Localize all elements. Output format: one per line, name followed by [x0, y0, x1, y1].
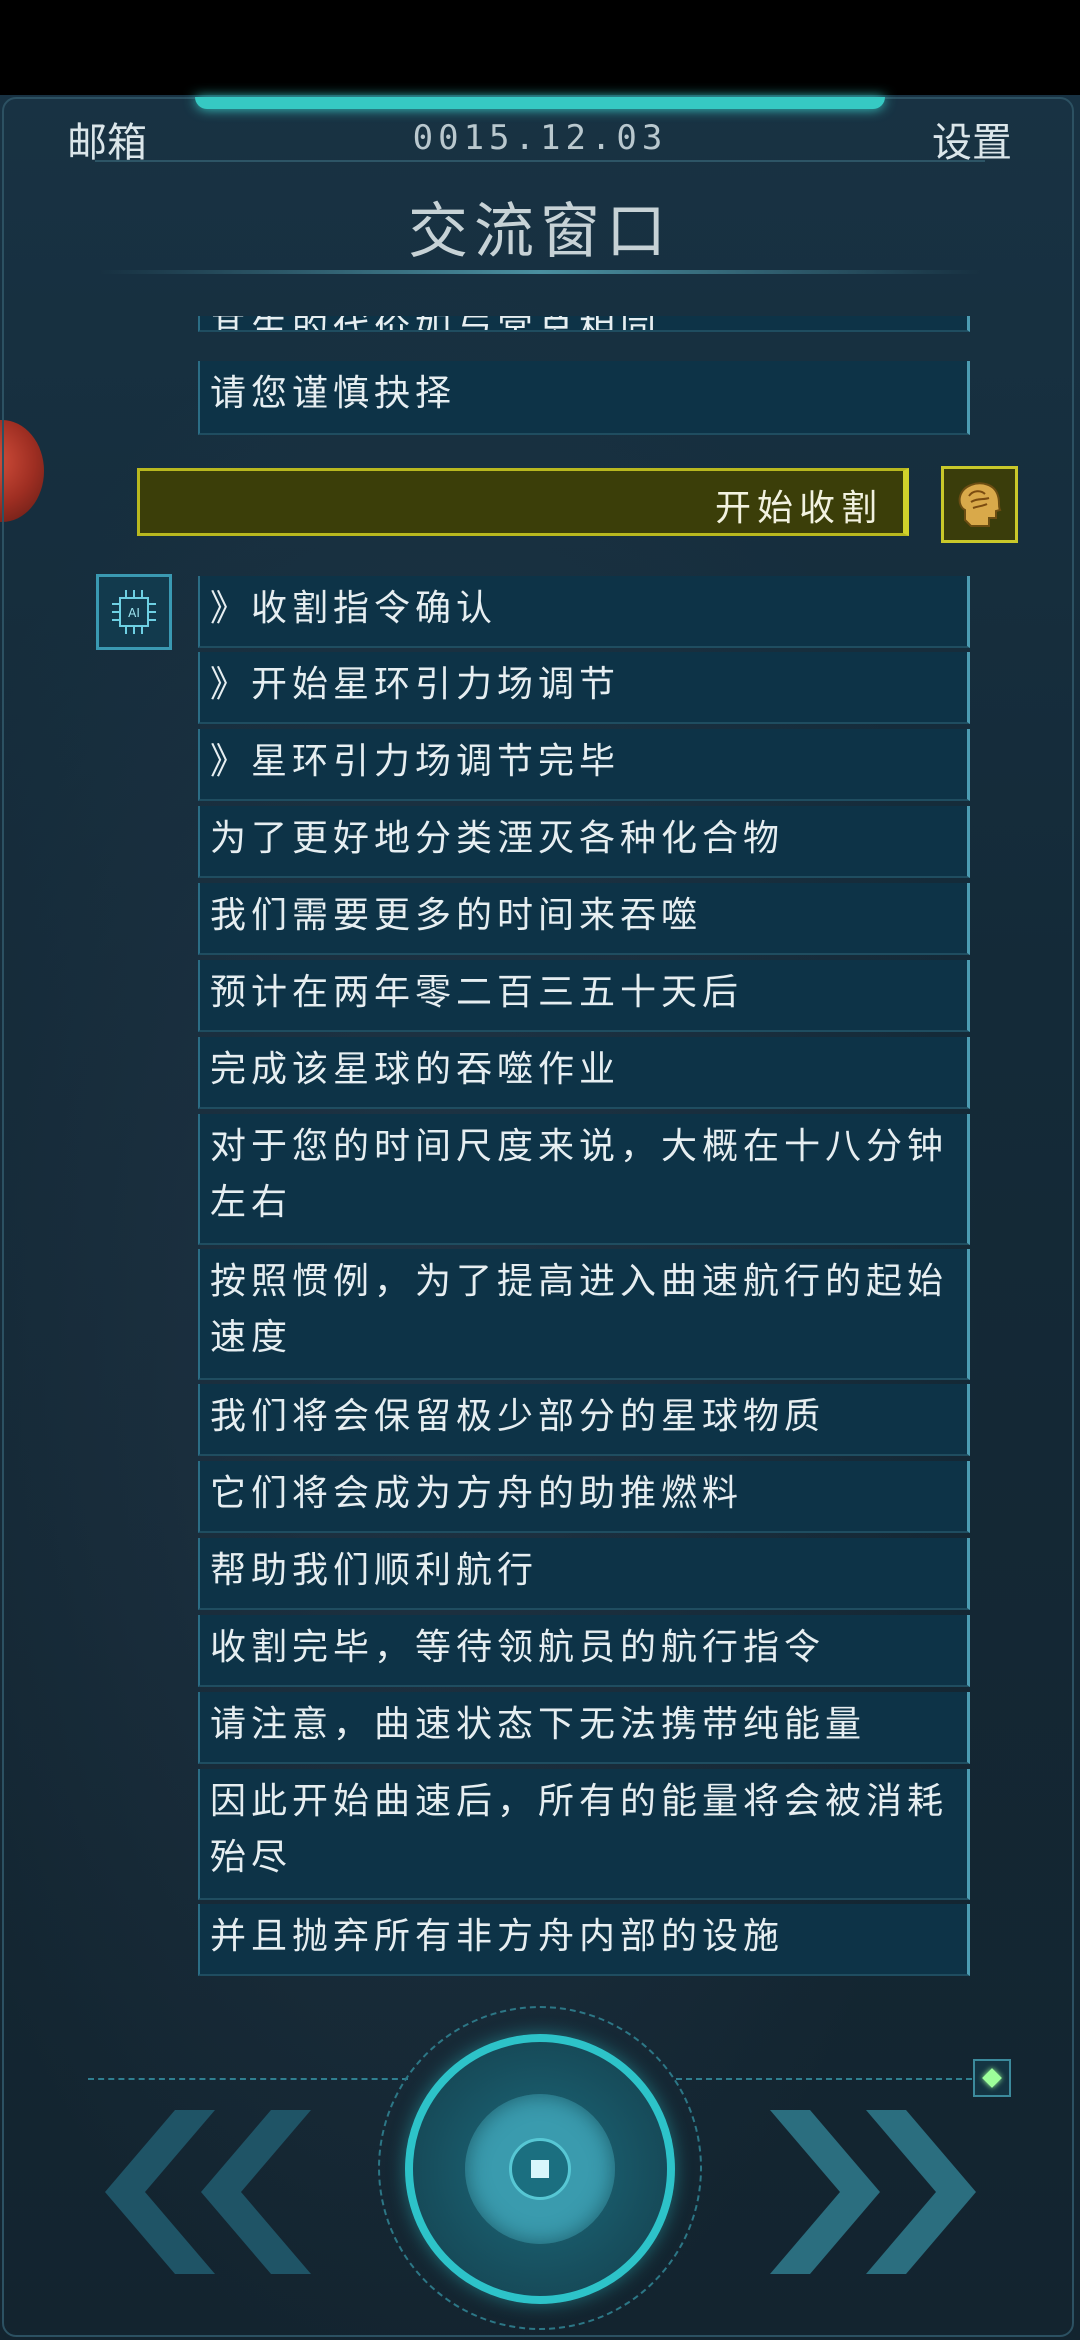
- ai-avatar-text: AI: [128, 606, 140, 620]
- chat-message: 请注意，曲速状态下无法携带纯能量: [198, 1692, 970, 1764]
- chat-log[interactable]: 其生的代价如与常总相同 请您谨慎抉择 开始收割 AI 》收割指令确认 》开始星环…: [0, 316, 1080, 1976]
- chat-message: 完成该星球的吞噬作业: [198, 1037, 970, 1109]
- chat-message-text: 因此开始曲速后，所有的能量将会被消耗殆尽: [210, 1781, 949, 1878]
- chat-message-text: 帮助我们顺利航行: [210, 1550, 539, 1591]
- chat-message: 帮助我们顺利航行: [198, 1538, 970, 1610]
- game-date: 0015.12.03: [412, 118, 668, 158]
- chat-message-text: 收割完毕，等待领航员的航行指令: [210, 1627, 826, 1668]
- chat-message: 》收割指令确认: [198, 576, 970, 648]
- chat-message-text: 》开始星环引力场调节: [210, 664, 621, 705]
- header-divider: [95, 160, 985, 162]
- chat-message-text: 其生的代价如与常总相同: [210, 316, 661, 330]
- chat-message-text: 为了更好地分类湮灭各种化合物: [210, 818, 785, 859]
- page-title: 交流窗口: [408, 197, 672, 267]
- chat-message-text: 并且抛弃所有非方舟内部的设施: [210, 1916, 785, 1957]
- chat-message: 我们需要更多的时间来吞噬: [198, 883, 970, 955]
- chat-message-text: 》星环引力场调节完毕: [210, 741, 621, 782]
- chat-message-text: 请您谨慎抉择: [210, 373, 457, 414]
- stop-icon: [509, 2138, 571, 2200]
- chat-message-text: 按照惯例，为了提高进入曲速航行的起始速度: [210, 1261, 949, 1358]
- chat-message-text: 我们将会保留极少部分的星球物质: [210, 1396, 826, 1437]
- status-bar: [0, 0, 1080, 95]
- double-chevron-left-icon[interactable]: [95, 2110, 321, 2278]
- chat-message: 我们将会保留极少部分的星球物质: [198, 1384, 970, 1456]
- chat-message-partial: 其生的代价如与常总相同: [198, 316, 970, 332]
- chat-message-text: 预计在两年零二百三五十天后: [210, 972, 744, 1013]
- chat-message: 并且抛弃所有非方舟内部的设施: [198, 1904, 970, 1976]
- top-glow-bar: [195, 97, 885, 109]
- chat-message: 它们将会成为方舟的助推燃料: [198, 1461, 970, 1533]
- brain-head-icon: [941, 466, 1018, 543]
- control-divider-left: [88, 2078, 408, 2080]
- chat-message: 》星环引力场调节完毕: [198, 729, 970, 801]
- control-divider-right: [676, 2078, 972, 2080]
- chat-message: 请您谨慎抉择: [198, 361, 970, 435]
- diamond-icon[interactable]: [973, 2059, 1011, 2097]
- chat-message-text: 》收割指令确认: [210, 588, 498, 629]
- chat-message: 因此开始曲速后，所有的能量将会被消耗殆尽: [198, 1769, 970, 1900]
- chat-message-text: 我们需要更多的时间来吞噬: [210, 895, 703, 936]
- user-command-bubble: 开始收割: [137, 468, 909, 536]
- ai-chip-icon: AI: [96, 574, 172, 650]
- chat-message: 为了更好地分类湮灭各种化合物: [198, 806, 970, 878]
- chat-message-text: 对于您的时间尺度来说，大概在十八分钟左右: [210, 1126, 949, 1223]
- chat-message: 预计在两年零二百三五十天后: [198, 960, 970, 1032]
- double-chevron-right-icon[interactable]: [760, 2110, 986, 2278]
- chat-message: 收割完毕，等待领航员的航行指令: [198, 1615, 970, 1687]
- chat-message-text: 请注意，曲速状态下无法携带纯能量: [210, 1704, 867, 1745]
- chat-message: 对于您的时间尺度来说，大概在十八分钟左右: [198, 1114, 970, 1245]
- title-divider: [100, 270, 980, 274]
- chat-message: 》开始星环引力场调节: [198, 652, 970, 724]
- chat-message-text: 完成该星球的吞噬作业: [210, 1049, 621, 1090]
- center-action-button[interactable]: [405, 2034, 675, 2304]
- chat-message: 按照惯例，为了提高进入曲速航行的起始速度: [198, 1249, 970, 1380]
- center-button-inner: [465, 2094, 615, 2244]
- chat-message-text: 它们将会成为方舟的助推燃料: [210, 1473, 744, 1514]
